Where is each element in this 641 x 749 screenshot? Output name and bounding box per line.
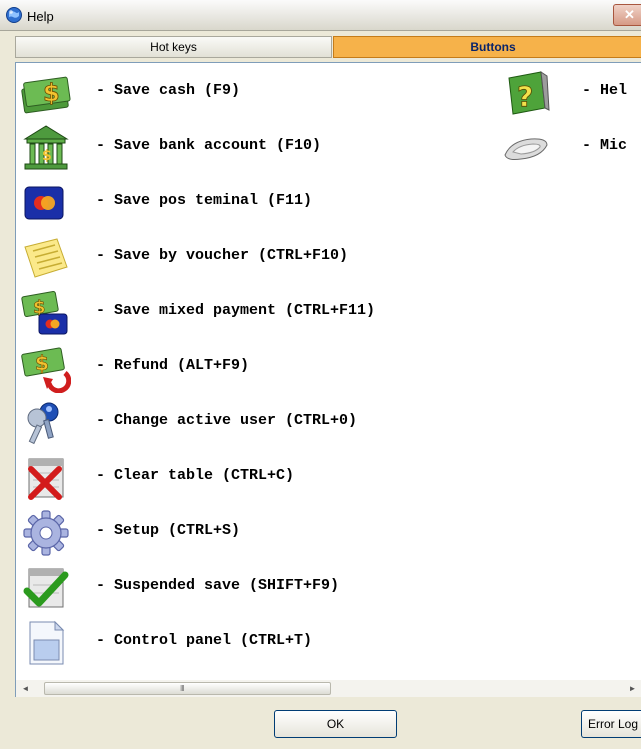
- svg-text:?: ?: [517, 80, 533, 113]
- clear-table-icon: [28, 458, 64, 500]
- item-label: - Mic: [582, 137, 628, 154]
- close-button[interactable]: ✕: [613, 4, 641, 26]
- close-icon: ✕: [624, 7, 635, 22]
- tab-buttons[interactable]: Buttons: [333, 36, 641, 58]
- item-label: - Change active user (CTRL+0): [96, 412, 358, 429]
- item-label: - Save mixed payment (CTRL+F11): [96, 302, 376, 319]
- item-label: - Save bank account (F10): [96, 137, 322, 154]
- scroll-left-icon[interactable]: ◄: [17, 681, 34, 696]
- bank-icon: $: [23, 125, 69, 170]
- item-label: - Save by voucher (CTRL+F10): [96, 247, 349, 264]
- control-panel-icon: [29, 620, 65, 665]
- buttons-help-panel: $ - Save cash (F9) $ - Save bank account…: [15, 62, 641, 680]
- cash-icon: $: [21, 76, 71, 114]
- window-title: Help: [27, 9, 54, 24]
- item-label: - Save pos teminal (F11): [96, 192, 313, 209]
- pos-card-icon: [24, 186, 64, 220]
- svg-text:$: $: [43, 79, 60, 107]
- gear-icon: [23, 510, 69, 556]
- scrollbar-thumb[interactable]: III: [44, 682, 331, 695]
- item-label: - Setup (CTRL+S): [96, 522, 241, 539]
- suspended-save-icon: [23, 568, 69, 608]
- item-label: - Control panel (CTRL+T): [96, 632, 313, 649]
- item-label: - Refund (ALT+F9): [96, 357, 250, 374]
- item-label: - Suspended save (SHIFT+F9): [96, 577, 340, 594]
- svg-text:$: $: [42, 148, 52, 164]
- item-label: - Hel: [582, 82, 628, 99]
- keys-user-icon: [27, 402, 59, 445]
- tab-hot-keys[interactable]: Hot keys: [15, 36, 332, 58]
- help-book-icon: ?: [508, 70, 550, 115]
- mixed-payment-icon: $: [21, 291, 68, 335]
- tab-strip: Hot keys Buttons: [0, 36, 641, 58]
- voucher-icon: [24, 238, 68, 278]
- item-label: - Clear table (CTRL+C): [96, 467, 295, 484]
- title-bar: Help ✕: [0, 0, 641, 31]
- error-log-button[interactable]: Error Log: [581, 710, 641, 738]
- scroll-right-icon[interactable]: ►: [624, 681, 641, 696]
- mic-device-icon: [504, 138, 548, 160]
- thumb-grip: III: [180, 684, 185, 693]
- svg-text:$: $: [35, 351, 49, 375]
- help-globe-icon: [6, 7, 22, 23]
- item-label: - Save cash (F9): [96, 82, 241, 99]
- refund-icon: $: [21, 347, 71, 393]
- horizontal-scrollbar[interactable]: ◄ III ►: [15, 680, 641, 697]
- ok-button[interactable]: OK: [274, 710, 397, 738]
